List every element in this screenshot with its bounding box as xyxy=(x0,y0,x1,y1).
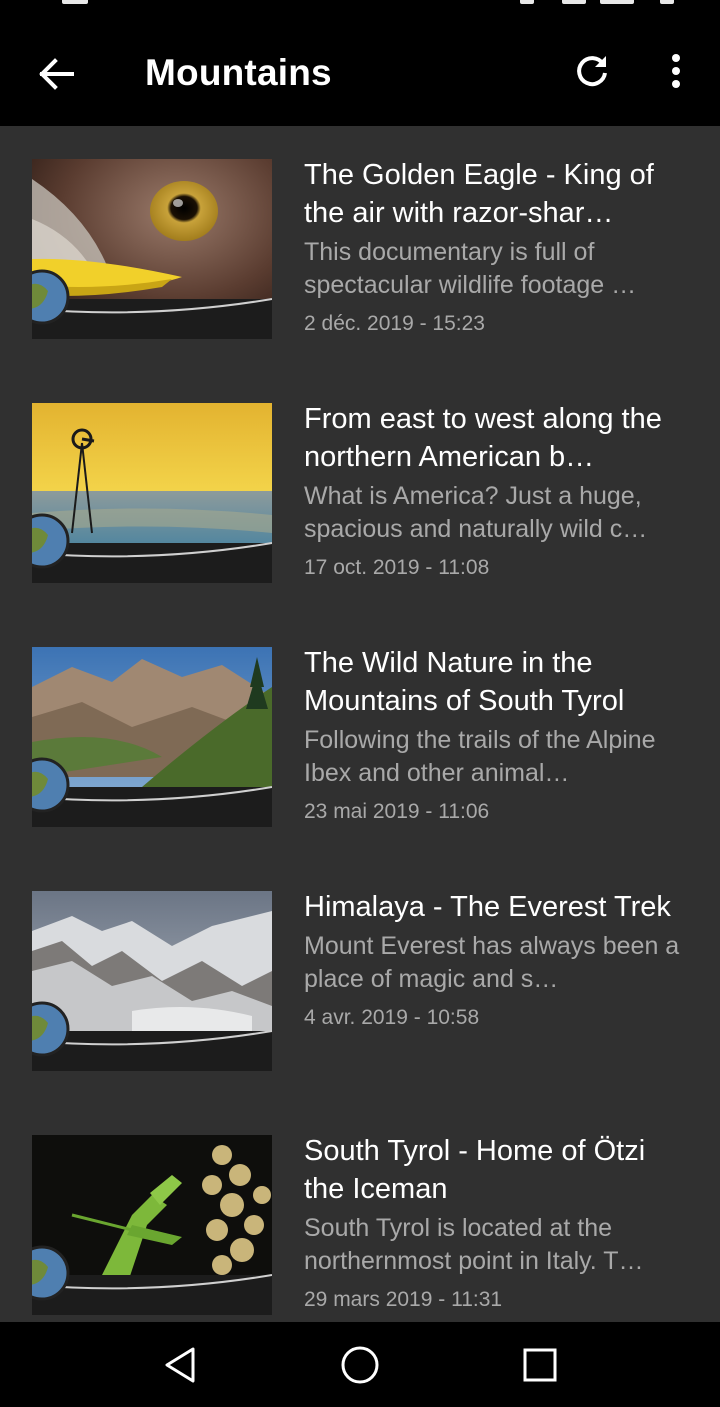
item-description: What is America? Just a huge, spacious a… xyxy=(304,482,648,543)
video-thumbnail xyxy=(32,891,272,1071)
status-signal-icon xyxy=(562,0,586,4)
list-item[interactable]: The Golden Eagle - King of the air with … xyxy=(0,126,720,370)
more-vert-icon xyxy=(672,54,680,88)
arrow-back-icon xyxy=(39,58,74,90)
list-item[interactable]: Himalaya - The Everest Trek Mount Everes… xyxy=(0,858,720,1102)
nav-recents-button[interactable] xyxy=(512,1340,568,1390)
status-alarm-icon xyxy=(660,0,674,4)
video-list[interactable]: The Golden Eagle - King of the air with … xyxy=(0,126,720,1322)
item-description: Following the trails of the Alpine Ibex … xyxy=(304,726,656,787)
refresh-button[interactable] xyxy=(565,44,619,98)
item-date: 29 mars 2019 - 11:31 xyxy=(304,1288,503,1311)
nav-back-triangle-icon xyxy=(165,1347,195,1383)
status-notification-icon xyxy=(62,0,88,4)
item-title: The Wild Nature in the Mountains of Sout… xyxy=(304,647,625,717)
video-thumbnail xyxy=(32,1135,272,1315)
item-title: From east to west along the northern Ame… xyxy=(304,403,662,473)
list-item[interactable]: South Tyrol - Home of Ötzi the Iceman So… xyxy=(0,1102,720,1322)
snowy-himalaya-image xyxy=(32,891,272,1071)
nav-home-button[interactable] xyxy=(332,1340,388,1390)
item-date: 23 mai 2019 - 11:06 xyxy=(304,800,490,823)
list-item[interactable]: The Wild Nature in the Mountains of Sout… xyxy=(0,614,720,858)
item-date: 2 déc. 2019 - 15:23 xyxy=(304,312,485,335)
item-date: 4 avr. 2019 - 10:58 xyxy=(304,1006,480,1029)
item-title: The Golden Eagle - King of the air with … xyxy=(304,159,654,229)
back-button[interactable] xyxy=(26,48,86,100)
status-battery-icon xyxy=(600,0,634,4)
nav-recents-square-icon xyxy=(523,1348,557,1382)
refresh-icon xyxy=(577,56,607,87)
praying-mantis-image xyxy=(32,1135,272,1315)
golden-eagle-image xyxy=(32,159,272,339)
item-description: This documentary is full of spectacular … xyxy=(304,238,637,299)
nav-home-circle-icon xyxy=(341,1346,379,1384)
status-bar xyxy=(0,0,720,26)
video-thumbnail xyxy=(32,647,272,827)
video-thumbnail xyxy=(32,159,272,339)
item-description: Mount Everest has always been a place of… xyxy=(304,932,680,993)
mountain-landscape-image xyxy=(32,647,272,827)
system-nav-bar xyxy=(0,1322,720,1407)
video-thumbnail xyxy=(32,403,272,583)
more-options-button[interactable] xyxy=(652,44,700,98)
item-title: Himalaya - The Everest Trek xyxy=(304,891,671,923)
page-title: Mountains xyxy=(145,52,332,93)
item-description: South Tyrol is located at the northernmo… xyxy=(304,1214,644,1275)
prairie-windmill-image xyxy=(32,403,272,583)
item-date: 17 oct. 2019 - 11:08 xyxy=(304,556,490,579)
nav-back-button[interactable] xyxy=(152,1340,208,1390)
status-wifi-icon xyxy=(520,0,534,4)
list-item[interactable]: From east to west along the northern Ame… xyxy=(0,370,720,614)
app-bar: Mountains xyxy=(0,26,720,126)
item-title: South Tyrol - Home of Ötzi the Iceman xyxy=(304,1135,646,1205)
